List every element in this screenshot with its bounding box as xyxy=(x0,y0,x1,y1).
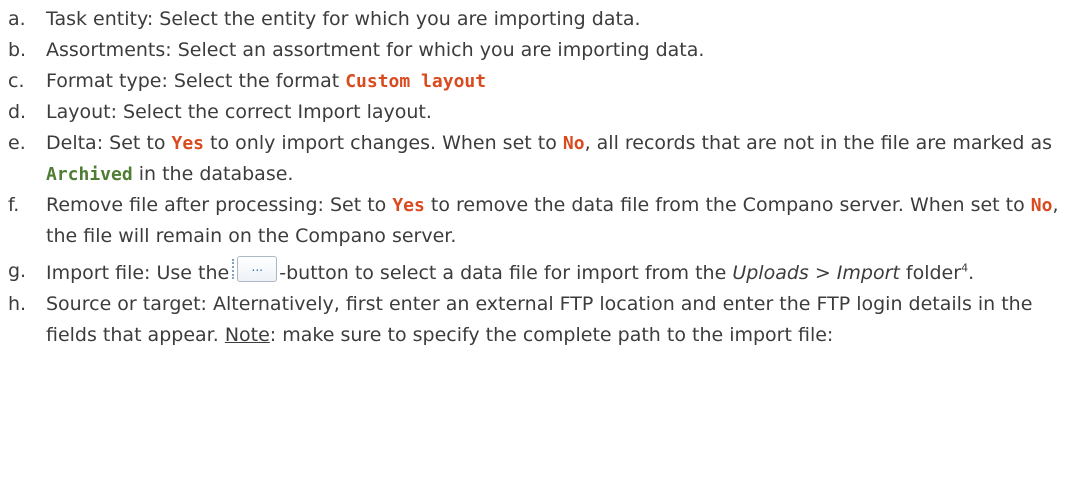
item-text: -button to select a data file for import… xyxy=(279,262,733,284)
item-letter: b. xyxy=(8,39,27,61)
item-letter: g. xyxy=(8,260,27,282)
document-list: a. Task entity: Select the entity for whi… xyxy=(0,0,1082,351)
item-letter: d. xyxy=(8,101,27,123)
list-item-e: e. Delta: Set to Yes to only import chang… xyxy=(0,128,1082,190)
list-item-c: c. Format type: Select the format Custom … xyxy=(0,66,1082,97)
button-edge-decoration xyxy=(232,259,237,279)
folder-path: Uploads > Import xyxy=(732,262,900,284)
item-label: Layout xyxy=(46,101,111,123)
item-label: Task entity xyxy=(46,8,147,30)
item-text: , all records that are not in the file a… xyxy=(584,132,1053,154)
item-text: : Set to xyxy=(96,132,172,154)
ellipsis-icon: ... xyxy=(251,260,263,274)
list-item-d: d. Layout: Select the correct Import layo… xyxy=(0,97,1082,128)
item-label: Remove file after processing xyxy=(46,194,318,216)
item-label: Delta xyxy=(46,132,97,154)
code-value: No xyxy=(562,133,585,154)
code-value: Yes xyxy=(171,133,205,154)
code-value: No xyxy=(1030,195,1053,216)
item-label: Import file xyxy=(46,262,145,284)
note-label: Note xyxy=(224,324,270,346)
item-letter: c. xyxy=(8,70,25,92)
item-text: in the database. xyxy=(132,163,294,185)
item-letter: h. xyxy=(8,293,27,315)
code-value: Custom layout xyxy=(345,71,487,92)
footnote-ref[interactable]: 4 xyxy=(961,262,968,275)
code-value: Yes xyxy=(392,195,425,216)
item-text: folder xyxy=(899,262,962,284)
item-text: : Select the entity for which you are im… xyxy=(146,8,641,30)
item-label: Source or target xyxy=(46,293,201,315)
list-item-h: h. Source or target: Alternatively, first… xyxy=(0,289,1082,351)
item-text: : Select the correct Import layout. xyxy=(110,101,432,123)
item-text: to only import changes. When set to xyxy=(204,132,563,154)
list-item-a: a. Task entity: Select the entity for whi… xyxy=(0,4,1082,35)
list-item-g: g. Import file: Use the ... -button to sel… xyxy=(0,256,1082,289)
item-text: : Use the xyxy=(144,262,236,284)
browse-button-image: ... xyxy=(232,256,278,282)
item-text: . xyxy=(968,262,975,284)
item-text: : Set to xyxy=(317,194,393,216)
item-label: Assortments xyxy=(46,39,166,61)
item-letter: f. xyxy=(8,194,20,216)
list-item-b: b. Assortments: Select an assortment for … xyxy=(0,35,1082,66)
item-text: : Select an assortment for which you are… xyxy=(165,39,705,61)
item-text: : Select the format xyxy=(161,70,346,92)
item-text: to remove the data file from the Compano… xyxy=(424,194,1031,216)
item-label: Format type xyxy=(46,70,162,92)
item-letter: a. xyxy=(8,8,26,30)
item-text: : make sure to specify the complete path… xyxy=(269,324,834,346)
item-letter: e. xyxy=(8,132,26,154)
code-value: Archived xyxy=(46,164,133,185)
list-item-f: f. Remove file after processing: Set to Y… xyxy=(0,190,1082,252)
